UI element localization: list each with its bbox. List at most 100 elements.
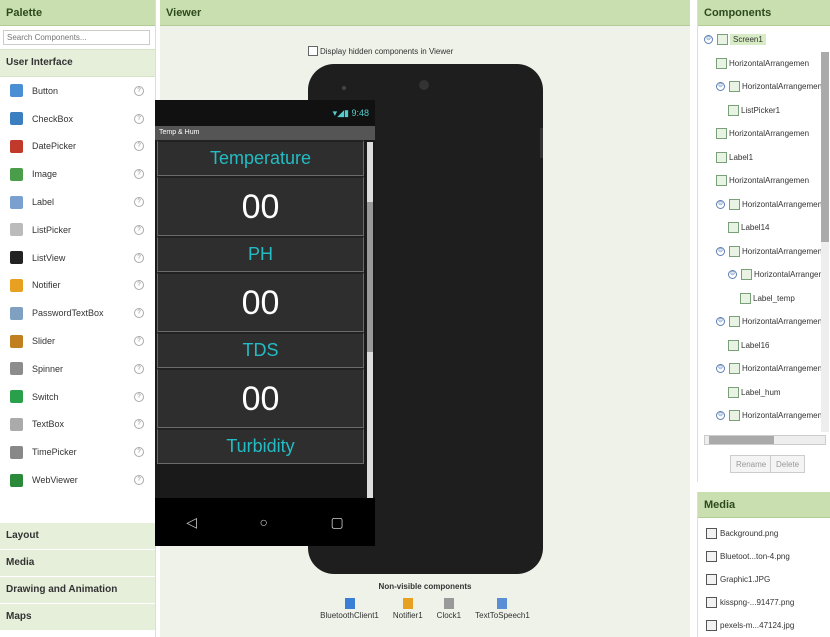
- media-file[interactable]: kisspng-...91477.png: [698, 591, 830, 614]
- tree-node[interactable]: ⊖ HorizontalArrangen: [728, 269, 821, 280]
- tree-node[interactable]: ListPicker1: [728, 104, 780, 116]
- palette-item-image[interactable]: Image?: [0, 160, 155, 188]
- palette-item-label: Button: [32, 85, 59, 96]
- tree-hscroll-thumb[interactable]: [709, 436, 774, 444]
- tree-node[interactable]: ⊖ HorizontalArrangemen: [716, 316, 821, 327]
- palette-item-listpicker[interactable]: ListPicker?: [0, 216, 155, 244]
- component-icon: [740, 292, 751, 304]
- collapse-toggle-icon[interactable]: ⊖: [716, 317, 725, 326]
- palette-item-passwordtextbox[interactable]: PasswordTextBox?: [0, 299, 155, 327]
- nonvisible-item[interactable]: Notifier1: [393, 598, 423, 620]
- palette-item-spinner[interactable]: Spinner?: [0, 355, 155, 383]
- media-file-label: kisspng-...91477.png: [720, 598, 795, 607]
- collapse-toggle-icon[interactable]: ⊖: [728, 270, 737, 279]
- datepicker-icon: [10, 139, 23, 153]
- help-icon[interactable]: ?: [134, 141, 144, 152]
- recent-apps-icon[interactable]: ▢: [331, 514, 344, 531]
- rename-button[interactable]: Rename: [730, 455, 773, 473]
- help-icon[interactable]: ?: [134, 336, 144, 347]
- component-icon: [729, 316, 740, 327]
- components-tree: ⊖ Screen1 HorizontalArrangemen ⊖ HorizontalA…: [698, 26, 821, 431]
- tree-node[interactable]: ⊖ Screen1: [704, 34, 766, 45]
- help-icon[interactable]: ?: [134, 475, 144, 486]
- palette-item-listview[interactable]: ListView?: [0, 244, 155, 272]
- palette-item-timepicker[interactable]: TimePicker?: [0, 438, 155, 466]
- help-icon[interactable]: ?: [134, 113, 144, 124]
- delete-button[interactable]: Delete: [770, 455, 806, 473]
- category-drawing-animation[interactable]: Drawing and Animation: [0, 576, 155, 603]
- tree-node[interactable]: Label_temp: [740, 292, 795, 304]
- collapse-toggle-icon[interactable]: ⊖: [716, 199, 725, 209]
- tree-node[interactable]: ⊖ HorizontalArrangemen: [716, 363, 821, 374]
- textbox-icon: [10, 417, 23, 431]
- collapse-toggle-icon[interactable]: ⊖: [716, 411, 725, 420]
- palette-item-checkbox[interactable]: CheckBox?: [0, 105, 155, 133]
- media-file[interactable]: pexels-m...47124.jpg: [698, 614, 830, 637]
- tree-vertical-scrollbar[interactable]: [821, 52, 829, 432]
- help-icon[interactable]: ?: [134, 447, 144, 458]
- palette-item-notifier[interactable]: Notifier?: [0, 272, 155, 300]
- media-file[interactable]: Graphic1.JPG: [698, 568, 830, 591]
- search-components-input[interactable]: [3, 30, 150, 45]
- collapse-toggle-icon[interactable]: ⊖: [704, 35, 713, 44]
- media-file[interactable]: Bluetoot...ton-4.png: [698, 545, 830, 568]
- back-icon[interactable]: ◁: [186, 514, 197, 531]
- palette-item-label[interactable]: Label?: [0, 188, 155, 216]
- help-icon[interactable]: ?: [134, 391, 144, 402]
- help-icon[interactable]: ?: [134, 280, 144, 291]
- component-icon: [728, 104, 739, 116]
- screen-scrollbar[interactable]: [367, 142, 373, 498]
- help-icon[interactable]: ?: [134, 419, 144, 430]
- media-file[interactable]: Background.png: [698, 522, 830, 545]
- help-icon[interactable]: ?: [134, 308, 144, 319]
- help-icon[interactable]: ?: [134, 252, 144, 263]
- tree-node-label: Label14: [741, 223, 770, 232]
- image-file-icon: [706, 597, 717, 608]
- tree-horizontal-scrollbar[interactable]: [704, 435, 826, 445]
- palette-item-label: WebViewer: [32, 475, 78, 486]
- palette-item-datepicker[interactable]: DatePicker?: [0, 133, 155, 161]
- image-file-icon: [706, 574, 717, 585]
- home-icon[interactable]: ○: [260, 514, 268, 530]
- tree-node-label: HorizontalArrangemen: [742, 82, 821, 91]
- help-icon[interactable]: ?: [134, 169, 144, 180]
- tree-node[interactable]: HorizontalArrangemen: [716, 128, 809, 139]
- help-icon[interactable]: ?: [134, 224, 144, 235]
- tree-node[interactable]: HorizontalArrangemen: [716, 57, 809, 69]
- category-user-interface[interactable]: User Interface: [0, 49, 155, 77]
- palette-item-slider[interactable]: Slider?: [0, 327, 155, 355]
- category-media[interactable]: Media: [0, 549, 155, 576]
- tree-node[interactable]: Label14: [728, 222, 769, 233]
- palette-item-button[interactable]: Button?: [0, 77, 155, 105]
- nonvisible-item[interactable]: Clock1: [437, 598, 461, 620]
- category-maps[interactable]: Maps: [0, 603, 155, 630]
- value-display: 00: [157, 272, 364, 332]
- collapse-toggle-icon[interactable]: ⊖: [716, 364, 725, 373]
- palette-item-switch[interactable]: Switch?: [0, 383, 155, 411]
- palette-item-webviewer[interactable]: WebViewer?: [0, 466, 155, 494]
- tree-node[interactable]: ⊖ HorizontalArrangemen: [716, 81, 821, 92]
- category-layout[interactable]: Layout: [0, 522, 155, 549]
- help-icon[interactable]: ?: [134, 85, 144, 96]
- collapse-toggle-icon[interactable]: ⊖: [716, 246, 725, 256]
- tree-node[interactable]: ⊖ HorizontalArrangemen: [716, 245, 821, 257]
- tree-node[interactable]: ⊖ HorizontalArrangemen: [716, 198, 821, 210]
- nonvisible-item[interactable]: BluetoothClient1: [320, 598, 379, 620]
- section-heading: Turbidity: [157, 428, 364, 464]
- screen-scrollbar-thumb[interactable]: [367, 202, 373, 352]
- help-icon[interactable]: ?: [134, 197, 144, 208]
- tree-node[interactable]: Label_hum: [728, 386, 781, 398]
- tree-node[interactable]: ⊖ HorizontalArrangemen: [716, 410, 821, 421]
- nonvisible-item[interactable]: TextToSpeech1: [475, 598, 530, 620]
- help-icon[interactable]: ?: [134, 363, 144, 374]
- display-hidden-row[interactable]: Display hidden components in Viewer: [308, 46, 453, 56]
- palette-item-textbox[interactable]: TextBox?: [0, 411, 155, 439]
- tree-node[interactable]: Label16: [728, 339, 769, 351]
- component-icon: [729, 245, 740, 257]
- tree-node[interactable]: HorizontalArrangemen: [716, 175, 809, 186]
- display-hidden-checkbox[interactable]: [308, 46, 318, 56]
- tree-vscroll-thumb[interactable]: [821, 52, 829, 242]
- collapse-toggle-icon[interactable]: ⊖: [716, 82, 725, 91]
- tree-node[interactable]: Label1: [716, 151, 753, 163]
- label-icon: [10, 195, 23, 209]
